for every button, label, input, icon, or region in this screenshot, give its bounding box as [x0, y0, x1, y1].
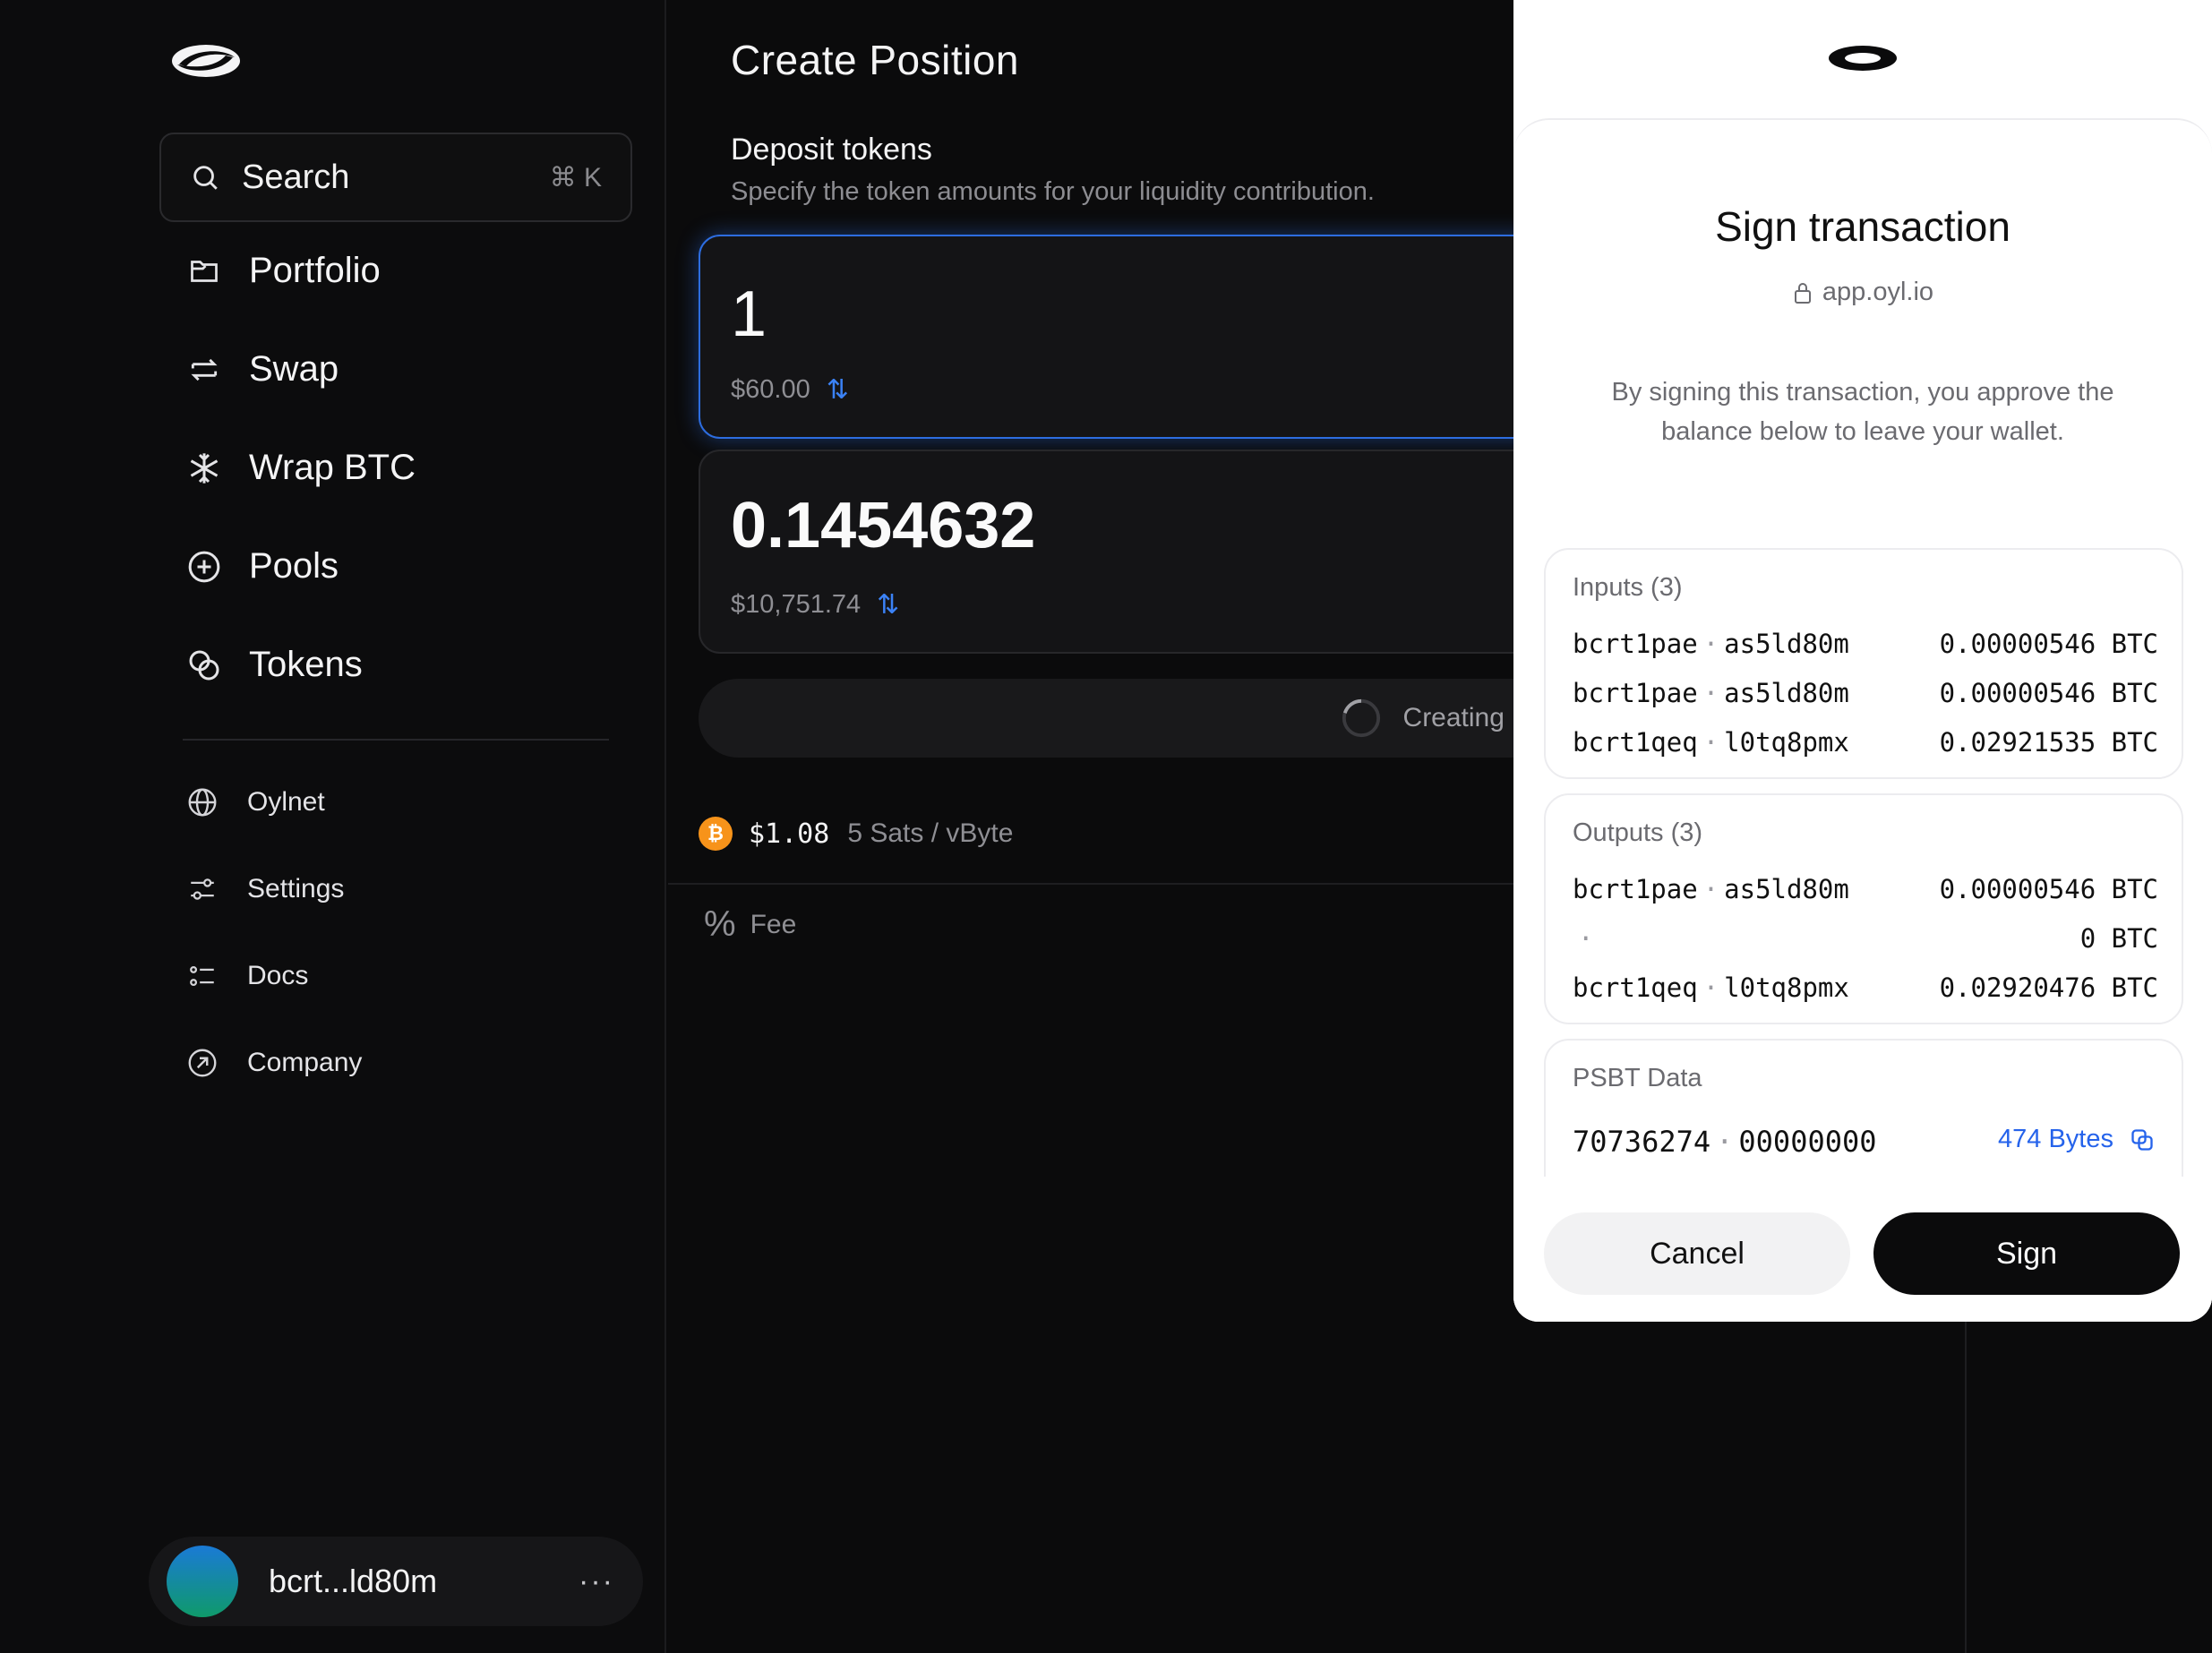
- nav-item-wrap-btc[interactable]: Wrap BTC: [184, 448, 416, 488]
- sign-title: Sign transaction: [1513, 202, 2212, 251]
- page-title: Create Position: [731, 36, 1019, 84]
- lock-icon: [1792, 281, 1813, 304]
- sidebar-divider: [183, 739, 609, 741]
- sign-host: app.oyl.io: [1513, 278, 2212, 307]
- input-amount: 0.02921535 BTC: [1940, 727, 2158, 758]
- nav-label: Tokens: [249, 645, 363, 685]
- fee-label: Fee: [750, 910, 797, 940]
- tokens-icon: [184, 646, 224, 685]
- token1-usd: $60.00 ⇅: [731, 374, 849, 406]
- input-row: bcrt1qeq·l0tq8pmx 0.02921535 BTC: [1573, 727, 2158, 758]
- search-shortcut: ⌘ K: [550, 162, 602, 193]
- token1-usd-value: $60.00: [731, 375, 810, 405]
- nav-label: Docs: [247, 961, 308, 991]
- network-fee[interactable]: ₿ $1.08 5 Sats / vByte: [699, 817, 1013, 851]
- snowflake-icon: [184, 449, 224, 488]
- token2-usd: $10,751.74 ⇅: [731, 589, 899, 621]
- nav-label: Swap: [249, 349, 339, 390]
- nav-item-company[interactable]: Company: [184, 1045, 362, 1081]
- divider: [1965, 1322, 1967, 1653]
- more-icon[interactable]: ···: [579, 1564, 614, 1599]
- search-input[interactable]: Search ⌘ K: [159, 133, 632, 222]
- swap-icon: [184, 350, 224, 390]
- input-amount: 0.00000546 BTC: [1940, 629, 2158, 659]
- nav-item-oylnet[interactable]: Oylnet: [184, 784, 325, 820]
- inputs-header: Inputs (3): [1573, 573, 1683, 603]
- psbt-header: PSBT Data: [1573, 1064, 1702, 1093]
- cancel-button[interactable]: Cancel: [1544, 1212, 1850, 1295]
- sign-description: By signing this transaction, you approve…: [1594, 373, 2131, 451]
- account-button[interactable]: bcrt...ld80m ···: [149, 1537, 643, 1626]
- output-row: · 0 BTC: [1573, 923, 2158, 954]
- nav-item-swap[interactable]: Swap: [184, 349, 339, 390]
- account-address: bcrt...ld80m: [269, 1563, 579, 1600]
- switch-units-icon[interactable]: ⇅: [877, 589, 899, 621]
- token2-amount-input[interactable]: 0.1454632: [731, 489, 1035, 562]
- outputs-header: Outputs (3): [1573, 818, 1702, 848]
- fee-price: $1.08: [749, 818, 829, 850]
- nav-item-settings[interactable]: Settings: [184, 871, 344, 907]
- deposit-subtitle: Specify the token amounts for your liqui…: [731, 177, 1375, 207]
- input-row: bcrt1pae·as5ld80m 0.00000546 BTC: [1573, 629, 2158, 659]
- nav-label: Oylnet: [247, 787, 325, 818]
- input-amount: 0.00000546 BTC: [1940, 678, 2158, 708]
- psbt-copy-button[interactable]: 474 Bytes: [1998, 1125, 2155, 1154]
- output-amount: 0.02920476 BTC: [1940, 972, 2158, 1003]
- bitcoin-icon: ₿: [699, 817, 733, 851]
- fee-rate: 5 Sats / vByte: [847, 818, 1013, 849]
- output-amount: 0 BTC: [2080, 923, 2158, 954]
- sign-sheet: Sign transaction app.oyl.io By signing t…: [1513, 118, 2212, 1322]
- avatar: [167, 1546, 238, 1617]
- wallet-logo-icon: [1827, 45, 1899, 72]
- nav-item-portfolio[interactable]: Portfolio: [184, 251, 381, 291]
- output-row: bcrt1qeq·l0tq8pmx 0.02920476 BTC: [1573, 972, 2158, 1003]
- psbt-size: 474 Bytes: [1998, 1125, 2113, 1154]
- plus-circle-icon: [184, 547, 224, 587]
- search-icon: [190, 162, 220, 193]
- search-label: Search: [242, 158, 550, 197]
- sign-transaction-panel: Sign transaction app.oyl.io By signing t…: [1513, 0, 2212, 1322]
- sliders-icon: [184, 871, 220, 907]
- sidebar: Search ⌘ K Portfolio Swap Wrap BTC Pools…: [0, 0, 666, 1653]
- app-logo-icon[interactable]: [170, 39, 242, 82]
- globe-icon: [184, 784, 220, 820]
- inputs-box: Inputs (3) bcrt1pae·as5ld80m 0.00000546 …: [1544, 548, 2183, 779]
- deposit-title: Deposit tokens: [731, 133, 932, 167]
- psbt-value: 70736274·00000000: [1573, 1125, 1877, 1159]
- nav-label: Pools: [249, 546, 339, 587]
- nav-item-docs[interactable]: Docs: [184, 958, 308, 994]
- output-amount: 0.00000546 BTC: [1940, 874, 2158, 904]
- input-row: bcrt1pae·as5ld80m 0.00000546 BTC: [1573, 678, 2158, 708]
- fee-tier[interactable]: % Fee: [704, 904, 796, 945]
- nav-item-tokens[interactable]: Tokens: [184, 645, 363, 685]
- host-text: app.oyl.io: [1822, 278, 1933, 307]
- token2-usd-value: $10,751.74: [731, 590, 861, 620]
- nav-label: Company: [247, 1048, 362, 1078]
- nav-label: Wrap BTC: [249, 448, 416, 488]
- sign-footer: Cancel Sign: [1513, 1177, 2212, 1322]
- nav-label: Portfolio: [249, 251, 381, 291]
- token1-amount-input[interactable]: 1: [731, 278, 767, 351]
- arrow-circle-icon: [184, 1045, 220, 1081]
- nav-item-pools[interactable]: Pools: [184, 546, 339, 587]
- nav-label: Settings: [247, 874, 344, 904]
- percent-icon: %: [704, 904, 736, 945]
- list-icon: [184, 958, 220, 994]
- outputs-box: Outputs (3) bcrt1pae·as5ld80m 0.00000546…: [1544, 793, 2183, 1024]
- portfolio-icon: [184, 252, 224, 291]
- output-row: bcrt1pae·as5ld80m 0.00000546 BTC: [1573, 874, 2158, 904]
- sign-button[interactable]: Sign: [1873, 1212, 2180, 1295]
- switch-units-icon[interactable]: ⇅: [827, 374, 849, 406]
- spinner-icon: [1341, 698, 1382, 739]
- copy-icon: [2130, 1127, 2155, 1152]
